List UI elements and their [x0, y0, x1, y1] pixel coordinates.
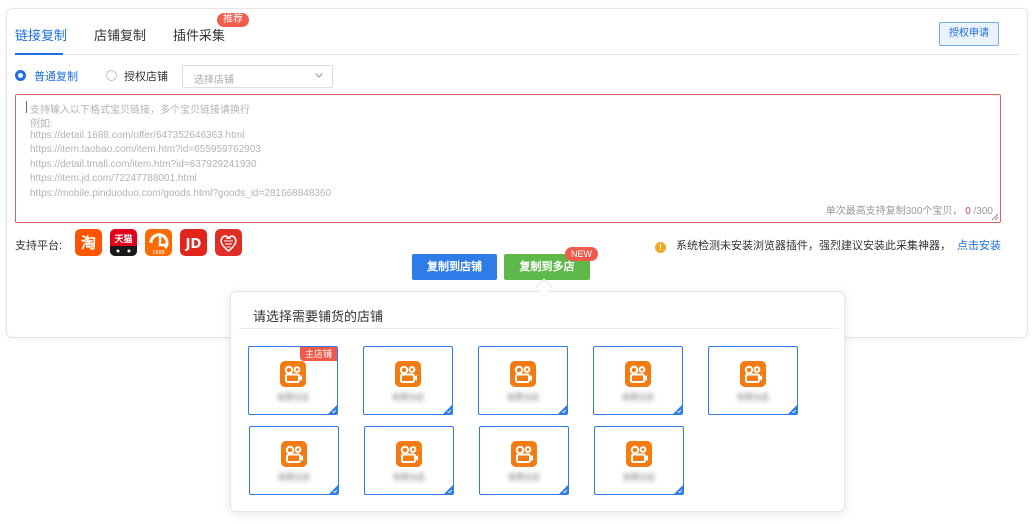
shop-card[interactable]: 有赞分店	[708, 346, 798, 415]
shop-card[interactable]: 有赞分店	[364, 426, 454, 495]
placeholder-line: https://item.jd.com/72247788001.html	[30, 173, 197, 184]
link-copy-card: 链接复制 店铺复制 插件采集 推荐 授权申请 普通复制 授权店铺 选择店铺 支持…	[6, 8, 1028, 338]
shop-card[interactable]: 有赞分店	[593, 346, 683, 415]
char-counter: 单次最高支持复制300个宝贝， 0 /300	[826, 202, 993, 217]
check-corner-icon	[558, 405, 567, 414]
check-corner-icon	[444, 485, 453, 494]
warning-icon: !	[655, 242, 666, 253]
active-tab-indicator	[15, 53, 63, 55]
check-corner-icon	[788, 405, 797, 414]
shop-name: 有赞分店	[277, 393, 309, 402]
main-shop-tag: 主店铺	[299, 347, 337, 361]
shop-name: 有赞分店	[737, 393, 769, 402]
shop-card[interactable]: 有赞分店	[594, 426, 684, 495]
normal-copy-label[interactable]: 普通复制	[34, 68, 78, 84]
resize-handle-icon[interactable]	[991, 213, 999, 221]
install-link[interactable]: 点击安装	[957, 240, 1001, 252]
shop-card[interactable]: 有赞分店	[478, 346, 568, 415]
plugin-notice: ! 系统检测未安装浏览器插件，强烈建议安装此采集神器， 点击安装	[655, 237, 1001, 253]
normal-copy-radio[interactable]	[15, 70, 26, 81]
supported-platforms: 支持平台: 淘 天猫 1688 JD	[15, 229, 255, 259]
current-count: 0	[965, 206, 971, 217]
placeholder-line: https://mobile.pinduoduo.com/goods.html?…	[30, 188, 332, 199]
kuaishou-logo-icon	[396, 441, 422, 467]
placeholder-line: https://item.taobao.com/item.htm?id=6559…	[30, 144, 261, 155]
shop-name: 有赞分店	[507, 393, 539, 402]
tab-bar: 链接复制 店铺复制 插件采集 推荐	[15, 9, 1019, 55]
authorized-shop-radio[interactable]	[106, 70, 117, 81]
1688-logo-text: 1688	[152, 250, 165, 256]
recommend-badge: 推荐	[217, 13, 249, 27]
kuaishou-logo-icon	[740, 361, 766, 387]
shop-name: 有赞分店	[623, 473, 655, 482]
notice-text: 系统检测未安装浏览器插件，强烈建议安装此采集神器，	[676, 240, 951, 252]
tab-shop-copy[interactable]: 店铺复制	[94, 25, 146, 44]
tab-plugin-collect[interactable]: 插件采集	[173, 25, 225, 44]
text-caret	[26, 101, 27, 113]
check-corner-icon	[673, 405, 682, 414]
popup-title: 请选择需要铺货的店铺	[253, 309, 384, 324]
placeholder-line: 支持输入以下格式宝贝链接，多个宝贝链接请换行	[30, 105, 250, 116]
check-corner-icon	[328, 405, 337, 414]
shop-select-popup: 请选择需要铺货的店铺 有赞分店 主店铺 有赞分店 有赞分店 有赞分店 有赞分店 有赞分店 有赞…	[230, 291, 845, 512]
tmall-logo-text: 天猫	[114, 233, 132, 245]
new-badge: NEW	[565, 247, 598, 261]
shop-name: 有赞分店	[508, 473, 540, 482]
shop-name: 有赞分店	[278, 473, 310, 482]
chevron-down-icon	[315, 73, 323, 78]
placeholder-line: https://detail.tmall.com/item.htm?id=637…	[30, 159, 257, 170]
kuaishou-logo-icon	[625, 361, 651, 387]
check-corner-icon	[559, 485, 568, 494]
taobao-icon: 淘	[75, 229, 102, 256]
platforms-label: 支持平台:	[15, 240, 63, 252]
kuaishou-logo-icon	[395, 361, 421, 387]
check-corner-icon	[329, 485, 338, 494]
authorized-shop-label[interactable]: 授权店铺	[124, 68, 168, 84]
shop-card[interactable]: 有赞分店 主店铺	[248, 346, 338, 415]
shop-name: 有赞分店	[392, 393, 424, 402]
pinduoduo-icon	[215, 229, 242, 256]
page: 链接复制 店铺复制 插件采集 推荐 授权申请 普通复制 授权店铺 选择店铺 支持…	[0, 0, 1036, 525]
jd-logo-text: JD	[185, 237, 202, 252]
popup-divider	[239, 328, 838, 329]
1688-icon: 1688	[145, 229, 172, 256]
auth-apply-button[interactable]: 授权申请	[939, 22, 999, 46]
placeholder-line: https://detail.1688.com/offer/6473526463…	[30, 130, 245, 141]
shop-name: 有赞分店	[393, 473, 425, 482]
tab-link-copy[interactable]: 链接复制	[15, 25, 67, 44]
shop-select[interactable]: 选择店铺	[182, 65, 333, 88]
tmall-icon: 天猫	[110, 229, 137, 256]
shop-select-placeholder: 选择店铺	[194, 75, 234, 86]
limit-text: 单次最高支持复制300个宝贝，	[825, 206, 963, 217]
kuaishou-logo-icon	[281, 441, 307, 467]
placeholder-line: 例如:	[30, 119, 53, 130]
shop-card[interactable]: 有赞分店	[249, 426, 339, 495]
link-input-textarea[interactable]: 支持输入以下格式宝贝链接，多个宝贝链接请换行 例如: https://detai…	[15, 94, 1001, 223]
taobao-logo-text: 淘	[80, 234, 96, 252]
check-corner-icon	[674, 485, 683, 494]
copy-mode-row: 普通复制 授权店铺 选择店铺	[15, 65, 355, 89]
copy-to-shop-button[interactable]: 复制到店铺	[412, 254, 497, 280]
check-corner-icon	[443, 405, 452, 414]
kuaishou-logo-icon	[280, 361, 306, 387]
shop-name: 有赞分店	[622, 393, 654, 402]
shop-card[interactable]: 有赞分店	[479, 426, 569, 495]
shop-card[interactable]: 有赞分店	[363, 346, 453, 415]
jd-icon: JD	[180, 229, 207, 256]
kuaishou-logo-icon	[510, 361, 536, 387]
kuaishou-logo-icon	[511, 441, 537, 467]
kuaishou-logo-icon	[626, 441, 652, 467]
